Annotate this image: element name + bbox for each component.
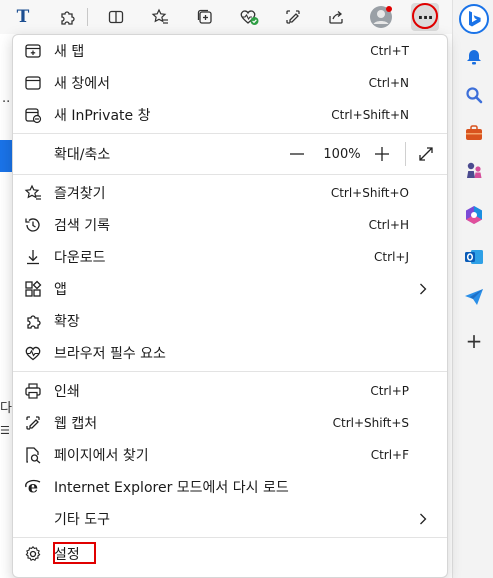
menu-item-label: 검색 기록 <box>54 218 110 234</box>
extensions-icon[interactable] <box>53 3 81 31</box>
menu-item-label: 브라우저 필수 요소 <box>54 346 166 362</box>
menu-divider <box>13 371 447 372</box>
menu-item-label: 기타 도구 <box>54 512 110 528</box>
browser-essentials-icon[interactable] <box>235 3 263 31</box>
menu-divider <box>13 174 447 175</box>
menu-item-history[interactable]: 검색 기록 Ctrl+H <box>13 209 447 241</box>
highlight-circle <box>412 3 438 29</box>
search-icon[interactable] <box>459 80 489 110</box>
menu-item-label: 즐겨찾기 <box>54 186 106 202</box>
menu-item-ie-mode[interactable]: e Internet Explorer 모드에서 다시 로드 <box>13 471 447 503</box>
profile-avatar[interactable] <box>367 3 395 31</box>
menu-item-label: 인쇄 <box>54 384 80 400</box>
split-screen-icon[interactable] <box>102 3 130 31</box>
download-icon <box>24 248 42 266</box>
menu-item-shortcut: Ctrl+Shift+O <box>330 186 409 200</box>
menu-item-shortcut: Ctrl+J <box>374 250 409 264</box>
notifications-icon[interactable] <box>459 42 489 72</box>
print-icon <box>24 382 42 400</box>
internet-explorer-icon: e <box>24 478 42 496</box>
bing-icon[interactable] <box>459 4 489 34</box>
browser-toolbar: T ··· <box>0 0 452 34</box>
menu-item-downloads[interactable]: 다운로드 Ctrl+J <box>13 241 447 273</box>
menu-item-web-capture[interactable]: 웹 캡처 Ctrl+Shift+S <box>13 407 447 439</box>
menu-item-label: 새 창에서 <box>54 76 110 92</box>
extensions-icon <box>24 312 42 330</box>
menu-item-extensions[interactable]: 확장 <box>13 305 447 337</box>
menu-item-new-inprivate[interactable]: 새 InPrivate 창 Ctrl+Shift+N <box>13 99 447 131</box>
page-fragment: ☰ <box>0 424 10 437</box>
chevron-right-icon <box>415 511 431 527</box>
menu-item-apps[interactable]: 앱 <box>13 273 447 305</box>
menu-item-label: 웹 캡처 <box>54 416 98 432</box>
toolbar-divider <box>87 8 88 26</box>
favorites-icon[interactable] <box>146 3 174 31</box>
new-window-icon <box>24 74 42 92</box>
new-tab-icon <box>24 42 42 60</box>
menu-item-zoom: 확대/축소 100% <box>13 138 447 170</box>
history-icon <box>24 216 42 234</box>
menu-item-shortcut: Ctrl+N <box>368 76 409 90</box>
menu-item-label: 앱 <box>54 282 67 298</box>
page-fragment: 다 <box>0 401 12 416</box>
menu-item-new-window[interactable]: 새 창에서 Ctrl+N <box>13 67 447 99</box>
zoom-level: 100% <box>323 146 361 162</box>
menu-item-more-tools[interactable]: 기타 도구 <box>13 503 447 535</box>
menu-divider <box>13 133 447 134</box>
inprivate-icon <box>24 106 42 124</box>
menu-item-browser-essentials[interactable]: 브라우저 필수 요소 <box>13 337 447 369</box>
menu-item-label: 다운로드 <box>54 250 106 266</box>
menu-item-label: 확장 <box>54 314 80 330</box>
browser-essentials-icon <box>24 344 42 362</box>
highlight-box <box>53 542 96 564</box>
menu-item-shortcut: Ctrl+T <box>370 44 409 58</box>
add-icon[interactable]: + <box>459 326 489 356</box>
page-fragment: ·· <box>2 95 11 110</box>
favorites-icon <box>24 184 42 202</box>
menu-item-label: 새 탭 <box>54 44 85 60</box>
menu-item-shortcut: Ctrl+H <box>368 218 409 232</box>
gear-icon <box>24 545 42 563</box>
zoom-label: 확대/축소 <box>54 147 111 163</box>
menu-item-label: 새 InPrivate 창 <box>54 108 151 124</box>
menu-item-shortcut: Ctrl+P <box>370 384 409 398</box>
menu-item-settings[interactable]: 설정 <box>13 538 447 570</box>
apps-icon <box>24 280 42 298</box>
menu-item-new-tab[interactable]: 새 탭 Ctrl+T <box>13 35 447 67</box>
office-icon[interactable] <box>459 200 489 230</box>
text-icon[interactable]: T <box>9 3 37 31</box>
menu-item-find-on-page[interactable]: 페이지에서 찾기 Ctrl+F <box>13 439 447 471</box>
zoom-divider <box>405 142 406 166</box>
menu-item-print[interactable]: 인쇄 Ctrl+P <box>13 375 447 407</box>
games-icon[interactable] <box>459 156 489 186</box>
fullscreen-icon[interactable] <box>416 144 436 164</box>
menu-item-label: 페이지에서 찾기 <box>54 448 149 464</box>
web-capture-icon <box>24 414 42 432</box>
outlook-icon[interactable] <box>459 242 489 272</box>
menu-item-shortcut: Ctrl+F <box>370 448 409 462</box>
menu-item-shortcut: Ctrl+Shift+N <box>331 108 409 122</box>
menu-item-favorites[interactable]: 즐겨찾기 Ctrl+Shift+O <box>13 177 447 209</box>
page-accent-strip <box>0 140 12 172</box>
settings-and-more-menu: 새 탭 Ctrl+T 새 창에서 Ctrl+N 새 InPrivate 창 Ct… <box>12 34 448 578</box>
zoom-in-button[interactable] <box>372 144 392 164</box>
share-icon[interactable] <box>322 3 350 31</box>
zoom-out-button[interactable] <box>287 144 307 164</box>
shopping-icon[interactable] <box>459 118 489 148</box>
collections-icon[interactable] <box>191 3 219 31</box>
web-capture-icon[interactable] <box>279 3 307 31</box>
send-icon[interactable] <box>459 282 489 312</box>
menu-item-shortcut: Ctrl+Shift+S <box>332 416 409 430</box>
find-on-page-icon <box>24 446 42 464</box>
edge-sidebar: + <box>452 0 493 578</box>
menu-item-label: Internet Explorer 모드에서 다시 로드 <box>54 480 289 496</box>
chevron-right-icon <box>415 281 431 297</box>
